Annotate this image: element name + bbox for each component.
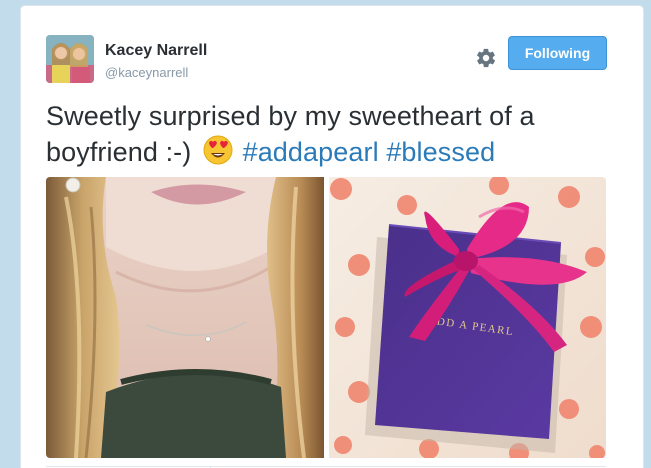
divider bbox=[46, 466, 606, 467]
photo-necklace[interactable] bbox=[46, 177, 324, 458]
hashtag-blessed-link[interactable]: #blessed bbox=[386, 137, 495, 167]
screen-name[interactable]: @kaceynarrell bbox=[105, 65, 188, 80]
display-name[interactable]: Kacey Narrell bbox=[105, 42, 207, 60]
avatar-image bbox=[46, 35, 94, 83]
tweet-text-line1: Sweetly surprised by my sweetheart of a bbox=[46, 101, 535, 131]
tweet-text-line2: boyfriend :-) bbox=[46, 137, 192, 167]
photo-gift-box[interactable]: ADD A PEARL bbox=[329, 177, 606, 458]
tweet-card: Kacey Narrell @kaceynarrell Following Sw… bbox=[20, 5, 644, 468]
heart-eyes-emoji-icon bbox=[203, 135, 233, 165]
avatar[interactable] bbox=[46, 35, 94, 83]
following-button[interactable]: Following bbox=[508, 36, 607, 70]
hashtag-addapearl-link[interactable]: #addapearl bbox=[243, 137, 379, 167]
gear-icon[interactable] bbox=[475, 47, 497, 69]
tweet-text: Sweetly surprised by my sweetheart of a … bbox=[46, 98, 606, 170]
